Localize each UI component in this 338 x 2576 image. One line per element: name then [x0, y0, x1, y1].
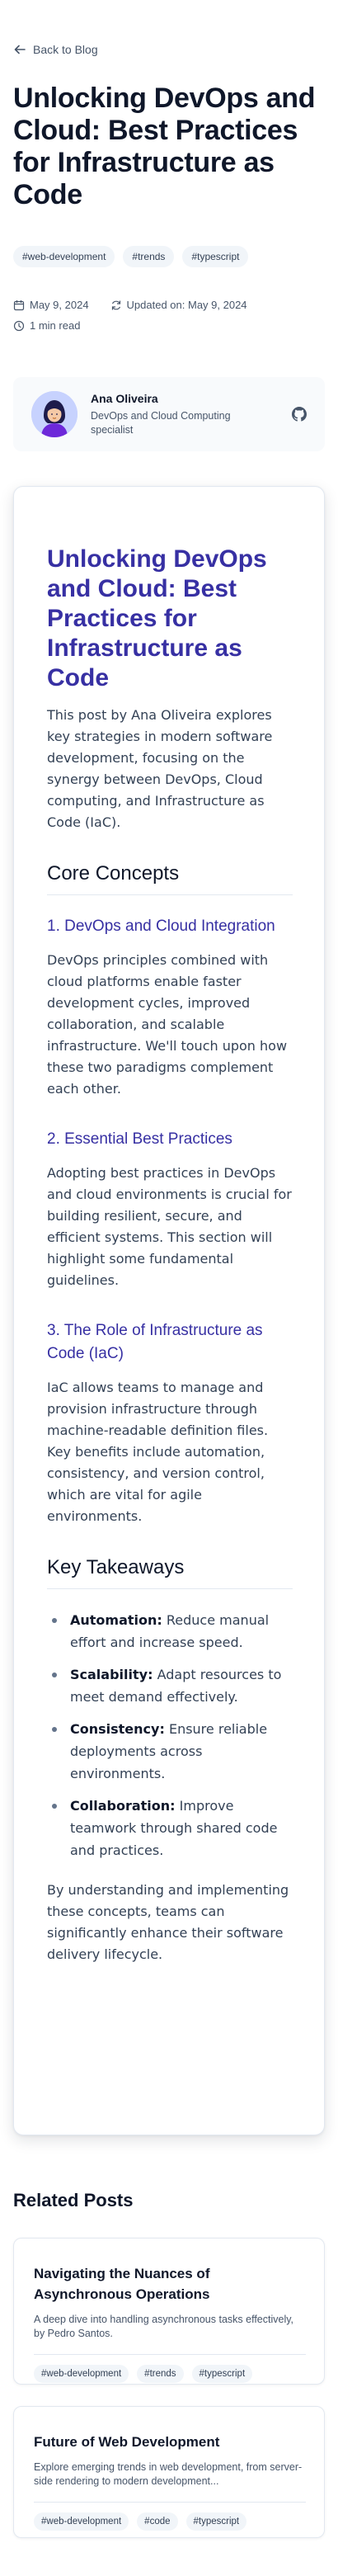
bullet-dot	[52, 1673, 57, 1677]
github-icon[interactable]	[292, 407, 307, 422]
updated-date-text: Updated on: May 9, 2024	[126, 299, 247, 311]
core-concepts-heading: Core Concepts	[47, 861, 293, 895]
tag-typescript[interactable]: #typescript	[185, 2512, 247, 2531]
section-body-best-practices: Adopting best practices in DevOps and cl…	[47, 1165, 292, 1288]
arrow-left-icon	[14, 45, 26, 54]
bullet-dot	[52, 1727, 57, 1732]
back-to-blog-label: Back to Blog	[33, 43, 98, 56]
related-post-description: Explore emerging trends in web developme…	[34, 2461, 303, 2487]
section-body-devops-cloud: DevOps principles combined with cloud pl…	[47, 952, 288, 1097]
tag-code[interactable]: #code	[137, 2512, 178, 2531]
related-posts-heading: Related Posts	[13, 2190, 134, 2210]
article-content: Unlocking DevOps and Cloud: Best Practic…	[13, 486, 325, 2135]
article-intro: This post by Ana Oliveira explores key s…	[47, 707, 273, 830]
tag-typescript[interactable]: #typescript	[182, 246, 249, 267]
related-post-tags: #web-development #trends #typescript	[34, 2365, 306, 2383]
blog-post-page: Back to Blog Unlocking DevOps and Cloud:…	[0, 0, 338, 2576]
read-time-row: 1 min read	[13, 319, 80, 332]
calendar-icon	[13, 300, 25, 310]
section-heading-devops-cloud: 1. DevOps and Cloud Integration	[47, 918, 275, 935]
key-takeaways-heading: Key Takeaways	[47, 1555, 293, 1589]
related-post-description: A deep dive into handling asynchronous t…	[34, 2314, 294, 2339]
avatar-illustration	[31, 391, 77, 437]
tag-typescript[interactable]: #typescript	[191, 2365, 253, 2383]
tag-trends[interactable]: #trends	[137, 2365, 184, 2383]
tag-web-development[interactable]: #web-development	[34, 2512, 129, 2531]
divider	[34, 2354, 306, 2355]
takeaway-term: Automation:	[70, 1612, 162, 1628]
article-conclusion: By understanding and implementing these …	[47, 1882, 289, 1962]
post-meta: May 9, 2024 Updated on: May 9, 2024	[13, 299, 247, 311]
publish-date-text: May 9, 2024	[30, 299, 89, 311]
post-tags: #web-development #trends #typescript	[13, 246, 249, 267]
list-item: Scalability: Adapt resources to meet dem…	[52, 1663, 293, 1708]
article-title: Unlocking DevOps and Cloud: Best Practic…	[47, 545, 267, 691]
bullet-dot	[52, 1618, 57, 1623]
related-post-title[interactable]: Future of Web Development	[34, 2432, 306, 2452]
refresh-icon	[111, 300, 120, 309]
author-info: Ana Oliveira DevOps and Cloud Computing …	[91, 392, 282, 437]
updated-date: Updated on: May 9, 2024	[110, 299, 247, 311]
takeaway-term: Collaboration:	[70, 1798, 176, 1814]
divider	[34, 2502, 306, 2503]
takeaways-list: Automation: Reduce manual effort and inc…	[52, 1609, 293, 1861]
back-to-blog-link[interactable]: Back to Blog	[13, 43, 98, 56]
list-item: Automation: Reduce manual effort and inc…	[52, 1609, 293, 1654]
related-post-card[interactable]: Future of Web Development Explore emergi…	[13, 2406, 325, 2538]
takeaway-term: Consistency:	[70, 1721, 165, 1737]
author-name: Ana Oliveira	[91, 391, 158, 405]
related-post-title[interactable]: Navigating the Nuances of Asynchronous O…	[34, 2263, 306, 2305]
read-time-text: 1 min read	[30, 319, 81, 332]
bullet-dot	[52, 1804, 57, 1809]
author-card: Ana Oliveira DevOps and Cloud Computing …	[13, 377, 325, 451]
section-heading-best-practices: 2. Essential Best Practices	[47, 1130, 232, 1148]
section-body-iac: IaC allows teams to manage and provision…	[47, 1380, 269, 1524]
tag-web-development[interactable]: #web-development	[34, 2365, 129, 2383]
clock-icon	[13, 320, 25, 331]
tag-trends[interactable]: #trends	[123, 246, 175, 267]
author-role: DevOps and Cloud Computing specialist	[91, 409, 231, 436]
read-time: 1 min read	[13, 319, 80, 332]
list-item: Collaboration: Improve teamwork through …	[52, 1795, 293, 1861]
related-post-tags: #web-development #code #typescript	[34, 2512, 306, 2531]
takeaway-term: Scalability:	[70, 1667, 153, 1682]
publish-date: May 9, 2024	[13, 299, 89, 311]
related-post-card[interactable]: Navigating the Nuances of Asynchronous O…	[13, 2238, 325, 2385]
post-title: Unlocking DevOps and Cloud: Best Practic…	[13, 83, 316, 210]
section-heading-iac: 3. The Role of Infrastructure as Code (I…	[47, 1322, 263, 1362]
tag-web-development[interactable]: #web-development	[13, 246, 115, 267]
avatar	[31, 391, 77, 437]
list-item: Consistency: Ensure reliable deployments…	[52, 1718, 293, 1785]
